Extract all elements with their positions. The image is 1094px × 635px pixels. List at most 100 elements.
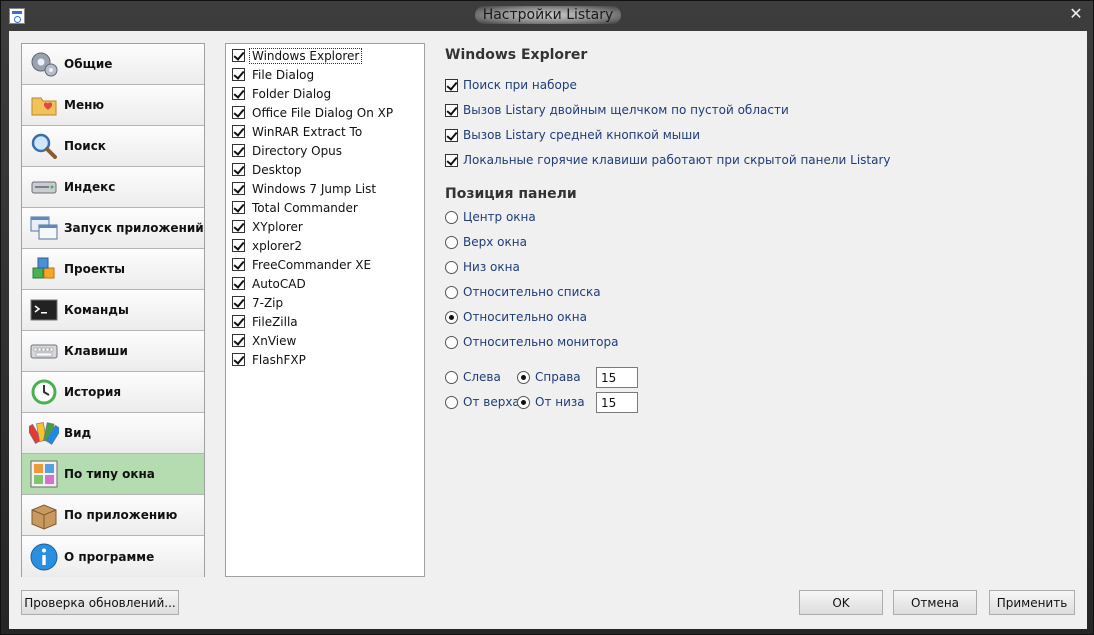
list-item-label: WinRAR Extract To bbox=[252, 124, 363, 139]
ok-button[interactable]: OK bbox=[799, 590, 883, 615]
position-radio-0[interactable]: Центр окна bbox=[445, 210, 536, 224]
radio-bottom-circle[interactable] bbox=[517, 395, 530, 409]
list-item[interactable]: xplorer2 bbox=[226, 236, 424, 255]
option-checkbox-box[interactable] bbox=[445, 153, 458, 167]
list-item-checkbox[interactable] bbox=[232, 220, 245, 233]
option-checkbox-3[interactable]: Локальные горячие клавиши работают при с… bbox=[445, 153, 891, 167]
list-item-checkbox[interactable] bbox=[232, 201, 245, 214]
sidebar-item-5[interactable]: Проекты bbox=[22, 249, 204, 290]
radio-bottom[interactable]: От низа bbox=[517, 395, 585, 409]
list-item-checkbox[interactable] bbox=[232, 106, 245, 119]
list-item-checkbox[interactable] bbox=[232, 182, 245, 195]
option-checkbox-0[interactable]: Поиск при наборе bbox=[445, 78, 577, 92]
gears-icon bbox=[28, 48, 60, 80]
position-radio-1[interactable]: Верх окна bbox=[445, 235, 527, 249]
drive-icon bbox=[28, 171, 60, 203]
horizontal-offset-input[interactable] bbox=[596, 367, 638, 388]
option-checkbox-box[interactable] bbox=[445, 103, 458, 117]
list-item-checkbox[interactable] bbox=[232, 144, 245, 157]
position-radio-label: Центр окна bbox=[463, 210, 536, 224]
list-item-checkbox[interactable] bbox=[232, 296, 245, 309]
list-item[interactable]: 7-Zip bbox=[226, 293, 424, 312]
check-updates-button[interactable]: Проверка обновлений... bbox=[21, 590, 179, 615]
sidebar-item-11[interactable]: По приложению bbox=[22, 495, 204, 536]
settings-window: Настройки Listary ✕ Общие Меню Поиск Индекс… bbox=[0, 0, 1094, 635]
list-item-checkbox[interactable] bbox=[232, 353, 245, 366]
radio-right[interactable]: Справа bbox=[517, 370, 581, 384]
list-item[interactable]: Office File Dialog On XP bbox=[226, 103, 424, 122]
option-checkbox-label: Вызов Listary двойным щелчком по пустой … bbox=[463, 103, 789, 117]
list-item[interactable]: WinRAR Extract To bbox=[226, 122, 424, 141]
sidebar-item-4[interactable]: Запуск приложений bbox=[22, 208, 204, 249]
sidebar-item-7[interactable]: Клавиши bbox=[22, 331, 204, 372]
option-checkbox-1[interactable]: Вызов Listary двойным щелчком по пустой … bbox=[445, 103, 789, 117]
list-item[interactable]: Folder Dialog bbox=[226, 84, 424, 103]
cancel-button[interactable]: Отмена bbox=[893, 590, 977, 615]
radio-bottom-label: От низа bbox=[535, 395, 585, 409]
radio-left[interactable]: Слева bbox=[445, 370, 501, 384]
list-item[interactable]: FlashFXP bbox=[226, 350, 424, 369]
sidebar-item-label: История bbox=[64, 385, 122, 399]
sidebar-item-6[interactable]: Команды bbox=[22, 290, 204, 331]
list-item-checkbox[interactable] bbox=[232, 87, 245, 100]
vertical-offset-input[interactable] bbox=[596, 392, 638, 413]
list-item-checkbox[interactable] bbox=[232, 49, 245, 62]
sidebar-item-label: По типу окна bbox=[64, 467, 155, 481]
sidebar-item-12[interactable]: О программе bbox=[22, 536, 204, 577]
position-radio-circle[interactable] bbox=[445, 260, 458, 274]
sidebar-item-9[interactable]: Вид bbox=[22, 413, 204, 454]
close-button[interactable]: ✕ bbox=[1067, 5, 1085, 23]
sidebar-item-10[interactable]: По типу окна bbox=[22, 454, 204, 495]
list-item-checkbox[interactable] bbox=[232, 258, 245, 271]
list-item-checkbox[interactable] bbox=[232, 68, 245, 81]
position-radio-4[interactable]: Относительно окна bbox=[445, 310, 587, 324]
list-item-checkbox[interactable] bbox=[232, 239, 245, 252]
list-item[interactable]: XYplorer bbox=[226, 217, 424, 236]
list-item-checkbox[interactable] bbox=[232, 334, 245, 347]
position-radio-circle[interactable] bbox=[445, 335, 458, 349]
list-item[interactable]: Total Commander bbox=[226, 198, 424, 217]
position-radio-circle[interactable] bbox=[445, 285, 458, 299]
position-radio-circle[interactable] bbox=[445, 210, 458, 224]
list-item[interactable]: Windows Explorer bbox=[226, 46, 424, 65]
list-item[interactable]: AutoCAD bbox=[226, 274, 424, 293]
list-item[interactable]: FileZilla bbox=[226, 312, 424, 331]
position-radio-2[interactable]: Низ окна bbox=[445, 260, 520, 274]
radio-top[interactable]: От верха bbox=[445, 395, 520, 409]
position-radio-label: Низ окна bbox=[463, 260, 520, 274]
list-item[interactable]: XnView bbox=[226, 331, 424, 350]
radio-right-circle[interactable] bbox=[517, 370, 530, 384]
radio-left-circle[interactable] bbox=[445, 370, 458, 384]
list-item-label: FileZilla bbox=[252, 314, 298, 329]
list-item-checkbox[interactable] bbox=[232, 315, 245, 328]
dialog-client-area: Общие Меню Поиск Индекс Запуск приложений Про… bbox=[9, 31, 1087, 629]
clock-history-icon bbox=[28, 376, 60, 408]
sidebar-item-2[interactable]: Поиск bbox=[22, 126, 204, 167]
list-item-checkbox[interactable] bbox=[232, 125, 245, 138]
option-checkbox-2[interactable]: Вызов Listary средней кнопкой мыши bbox=[445, 128, 700, 142]
sidebar-item-8[interactable]: История bbox=[22, 372, 204, 413]
sidebar-item-3[interactable]: Индекс bbox=[22, 167, 204, 208]
list-item[interactable]: FreeCommander XE bbox=[226, 255, 424, 274]
option-checkbox-box[interactable] bbox=[445, 78, 458, 92]
list-item[interactable]: Directory Opus bbox=[226, 141, 424, 160]
apply-button[interactable]: Применить bbox=[989, 590, 1075, 615]
sidebar-item-1[interactable]: Меню bbox=[22, 85, 204, 126]
radio-top-circle[interactable] bbox=[445, 395, 458, 409]
sidebar-item-label: Вид bbox=[64, 426, 92, 440]
list-item[interactable]: Desktop bbox=[226, 160, 424, 179]
list-item[interactable]: File Dialog bbox=[226, 65, 424, 84]
position-radio-3[interactable]: Относительно списка bbox=[445, 285, 601, 299]
position-radio-circle[interactable] bbox=[445, 235, 458, 249]
list-item-label: XYplorer bbox=[252, 219, 303, 234]
option-checkbox-box[interactable] bbox=[445, 128, 458, 142]
position-radio-circle[interactable] bbox=[445, 310, 458, 324]
list-item-checkbox[interactable] bbox=[232, 163, 245, 176]
option-checkbox-label: Поиск при наборе bbox=[463, 78, 577, 92]
sidebar-item-0[interactable]: Общие bbox=[22, 44, 204, 85]
window-layout-icon bbox=[28, 458, 60, 490]
list-item[interactable]: Windows 7 Jump List bbox=[226, 179, 424, 198]
position-radio-5[interactable]: Относительно монитора bbox=[445, 335, 618, 349]
title-bar[interactable]: Настройки Listary ✕ bbox=[1, 1, 1094, 31]
list-item-checkbox[interactable] bbox=[232, 277, 245, 290]
